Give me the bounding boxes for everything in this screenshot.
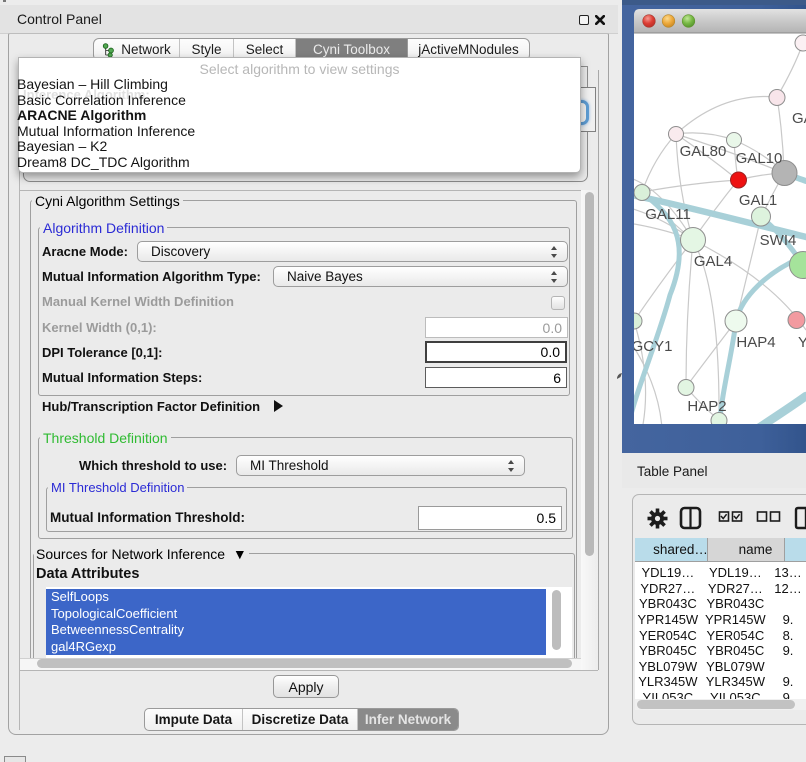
svg-text:GAL11: GAL11 bbox=[645, 206, 691, 223]
svg-text:GAL2: GAL2 bbox=[792, 110, 806, 127]
svg-text:GCY1: GCY1 bbox=[632, 338, 673, 355]
svg-text:HAP4: HAP4 bbox=[736, 334, 775, 351]
svg-text:GAL80: GAL80 bbox=[680, 143, 727, 160]
svg-text:SWI4: SWI4 bbox=[760, 232, 797, 249]
svg-text:GAL4: GAL4 bbox=[694, 253, 732, 270]
svg-text:YD: YD bbox=[798, 334, 806, 351]
svg-text:GAL1: GAL1 bbox=[739, 192, 777, 209]
svg-text:HAP2: HAP2 bbox=[687, 398, 726, 415]
svg-text:GAL10: GAL10 bbox=[736, 150, 783, 167]
